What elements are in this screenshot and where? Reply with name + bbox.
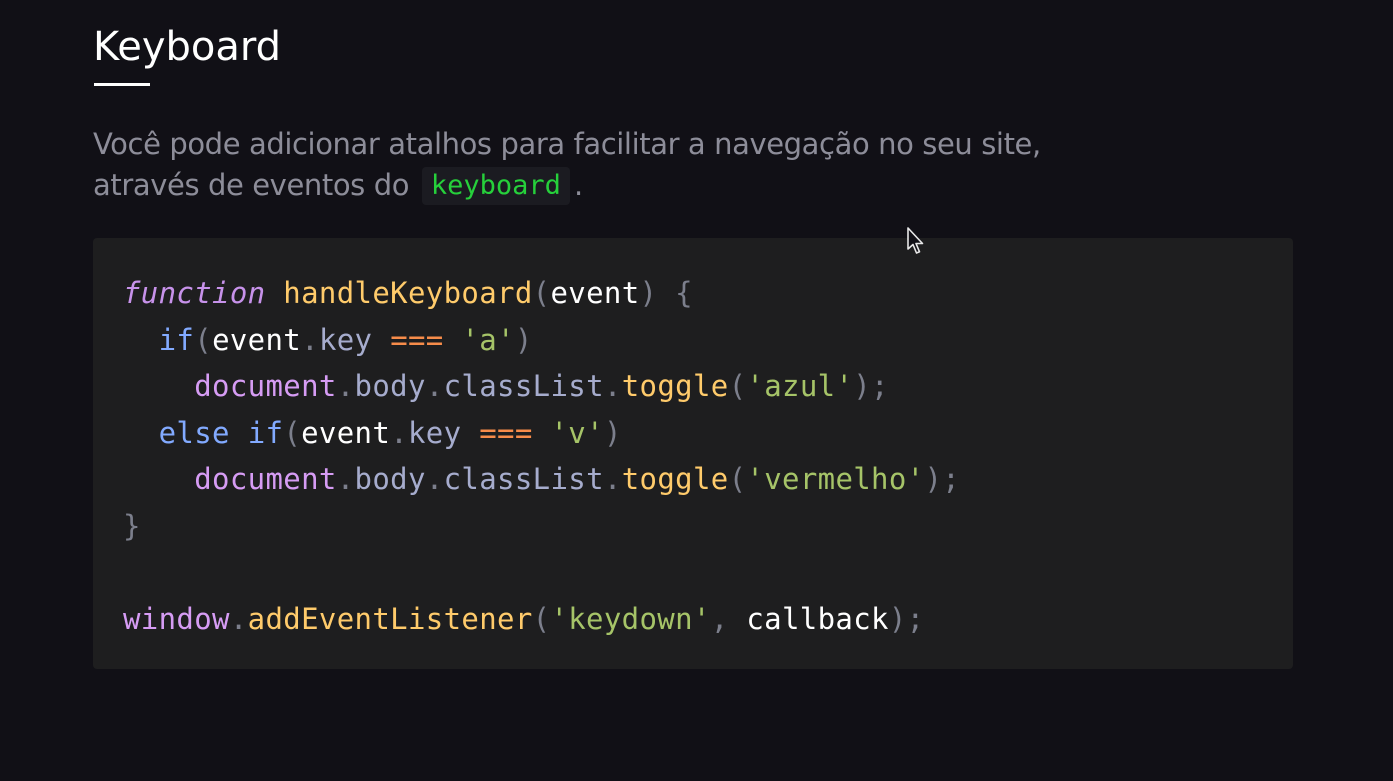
code-token: toggle <box>621 462 729 496</box>
code-token: ( <box>728 369 747 403</box>
page-title: Keyboard <box>93 24 282 70</box>
code-token: ( <box>532 601 551 636</box>
code-token: . <box>425 369 444 403</box>
code-token: . <box>301 322 319 357</box>
code-token: 'keydown' <box>550 601 711 636</box>
code-token: window <box>123 601 230 636</box>
code-token: } <box>123 508 141 543</box>
code-token: toggle <box>621 369 729 403</box>
mouse-pointer-icon <box>907 227 924 254</box>
code-token: event <box>301 415 391 450</box>
code-token: document <box>194 462 337 496</box>
code-token: key <box>318 322 373 357</box>
code-token: . <box>603 369 622 403</box>
code-token: ( <box>283 415 302 450</box>
code-token: ); <box>888 601 925 636</box>
title-underline <box>94 83 150 86</box>
code-token: if <box>247 415 284 450</box>
inline-code-keyboard: keyboard <box>421 167 570 205</box>
code-token: event <box>212 322 302 357</box>
code-token: else <box>158 415 230 450</box>
intro-paragraph: Você pode adicionar atalhos para facilit… <box>93 124 1213 206</box>
code-token: 'vermelho' <box>746 462 925 496</box>
code-token: ) <box>639 276 658 310</box>
code-token: . <box>603 462 622 496</box>
code-token: addEventListener <box>247 601 533 636</box>
code-token: . <box>425 462 444 496</box>
code-line-2: if(event.key === 'a') <box>123 317 960 364</box>
code-token: { <box>675 276 693 310</box>
code-line-6: } <box>123 503 960 550</box>
code-token: . <box>336 462 355 496</box>
code-content: function handleKeyboard(event) { if(even… <box>123 270 960 642</box>
code-block: function handleKeyboard(event) { if(even… <box>93 238 1293 669</box>
code-token: === <box>479 415 533 450</box>
code-token: === <box>390 322 444 357</box>
code-token: handleKeyboard <box>283 276 533 310</box>
code-line-5: document.body.classList.toggle('vermelho… <box>123 456 960 503</box>
code-token: ) <box>603 415 622 450</box>
intro-line-2-end: . <box>573 168 583 202</box>
code-token: . <box>229 601 248 636</box>
code-line-8: window.addEventListener('keydown', callb… <box>123 596 960 643</box>
code-token: if <box>158 322 195 357</box>
code-token: document <box>194 369 337 403</box>
code-token: ( <box>728 462 747 496</box>
code-token: ( <box>532 276 551 310</box>
code-token: 'a' <box>461 322 515 357</box>
code-token: key <box>408 415 462 450</box>
code-token: 'azul' <box>746 369 854 403</box>
code-token: body <box>354 462 426 496</box>
code-token: classList <box>443 462 604 496</box>
intro-line-2-start: através de eventos do <box>93 168 410 202</box>
intro-line-1: Você pode adicionar atalhos para facilit… <box>93 127 1041 161</box>
code-line-4: else if(event.key === 'v') <box>123 410 960 457</box>
code-token: classList <box>443 369 604 403</box>
code-token: . <box>336 369 355 403</box>
code-token: 'v' <box>550 415 604 450</box>
code-token: body <box>354 369 426 403</box>
code-token: event <box>550 276 640 310</box>
code-token: callback <box>746 601 889 636</box>
code-token: , <box>710 601 729 636</box>
code-token: . <box>390 415 408 450</box>
code-token: ); <box>924 462 961 496</box>
code-token: ( <box>194 322 213 357</box>
code-line-3: document.body.classList.toggle('azul'); <box>123 363 960 410</box>
code-token: ) <box>514 322 533 357</box>
code-token: function <box>123 276 266 310</box>
code-token: ); <box>853 369 889 403</box>
code-line-1: function handleKeyboard(event) { <box>123 270 960 317</box>
